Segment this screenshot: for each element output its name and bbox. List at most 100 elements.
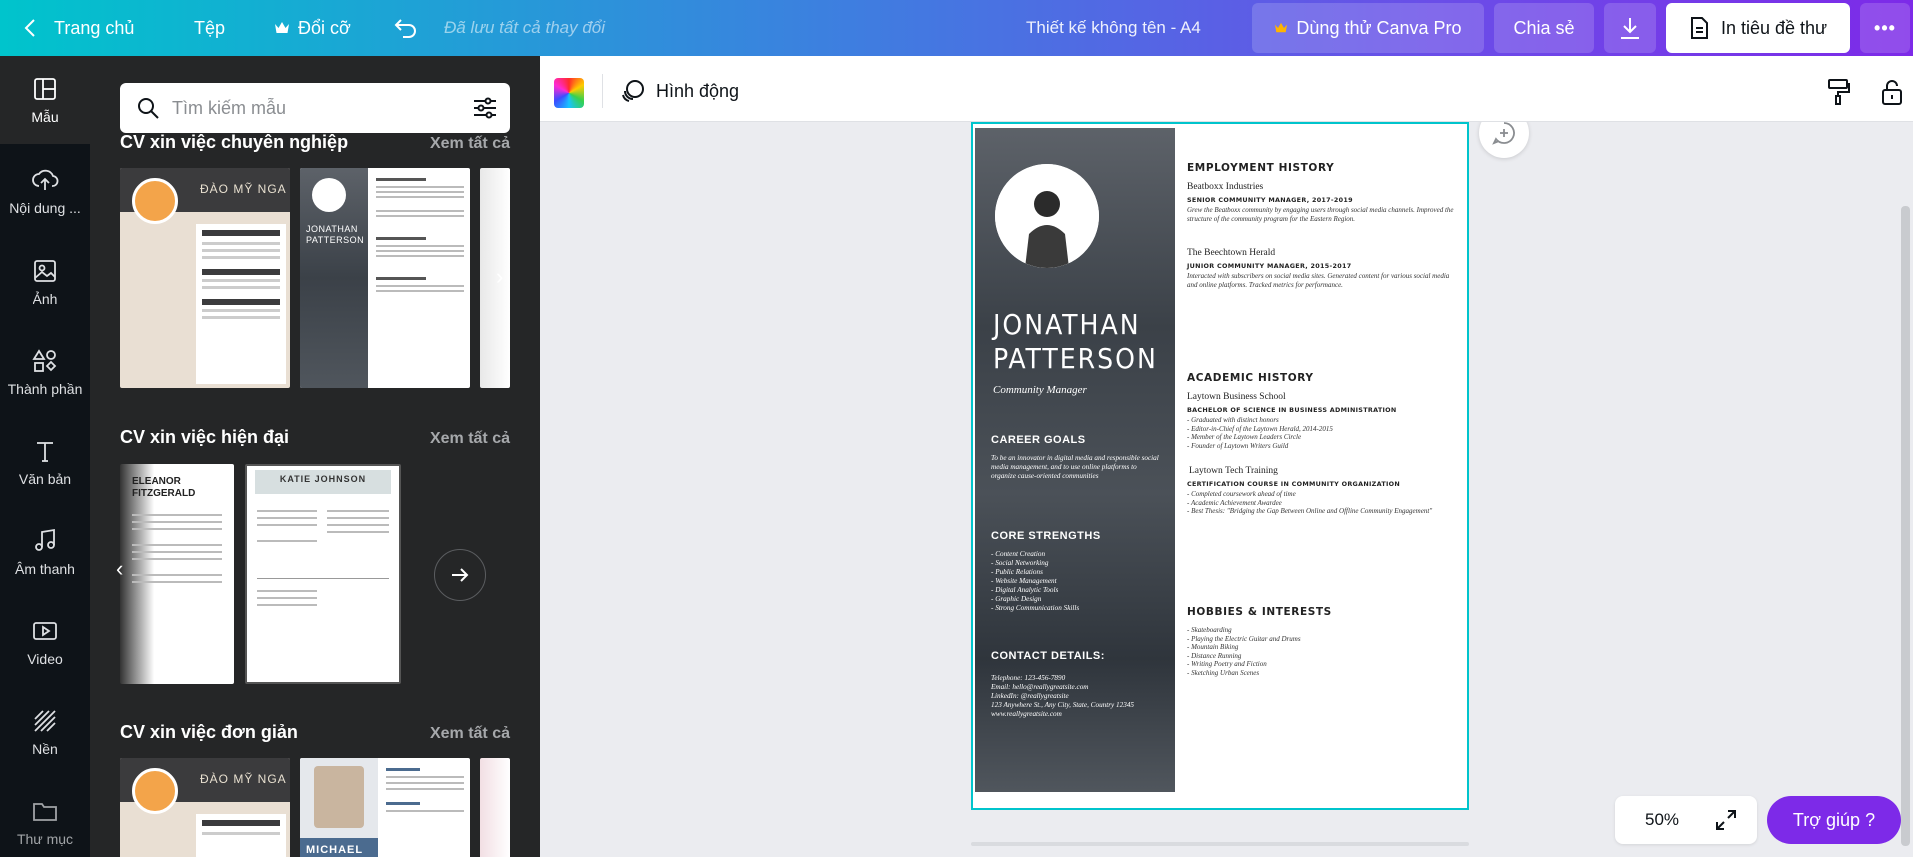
more-button[interactable]: ••• bbox=[1860, 3, 1910, 53]
home-button[interactable]: Trang chủ bbox=[24, 0, 134, 56]
contact-details[interactable]: Telephone: 123-456-7890 Email: hello@rea… bbox=[991, 674, 1163, 719]
file-menu-button[interactable]: Tệp bbox=[194, 0, 225, 56]
search-input[interactable] bbox=[172, 93, 452, 123]
animate-label: Hình động bbox=[656, 80, 740, 101]
avatar bbox=[132, 768, 178, 814]
crown-icon bbox=[274, 21, 290, 35]
rail-item-templates[interactable]: Mẫu bbox=[0, 56, 90, 144]
list-item: - Graduated with distinct honors bbox=[1187, 416, 1279, 424]
school-name[interactable]: Laytown Business School bbox=[1187, 392, 1286, 402]
top-bar: Trang chủ Tệp Đổi cỡ Đã lưu tất cả thay … bbox=[0, 0, 1913, 56]
school-details[interactable]: - Completed coursework ahead of time - A… bbox=[1187, 490, 1457, 516]
contact-email: Email: hello@reallygreatsite.com bbox=[991, 683, 1089, 691]
undo-button[interactable] bbox=[394, 0, 418, 56]
template-thumb-dao-my-nga[interactable]: ĐÀO MỸ NGA bbox=[120, 168, 290, 388]
hobbies-heading[interactable]: HOBBIES & INTERESTS bbox=[1187, 606, 1332, 618]
list-item: - Member of the Laytown Leaders Circle bbox=[1187, 433, 1302, 442]
core-strengths-list[interactable]: - Content Creation - Social Networking -… bbox=[991, 550, 1163, 613]
cv-role[interactable]: Community Manager bbox=[993, 384, 1087, 396]
section-title: CV xin việc chuyên nghiệp bbox=[120, 132, 349, 152]
contact-heading[interactable]: CONTACT DETAILS: bbox=[991, 650, 1105, 662]
rail-label: Thư mục bbox=[16, 831, 74, 847]
list-item: - Content Creation bbox=[991, 550, 1046, 558]
list-item: - Public Relations bbox=[991, 568, 1043, 576]
add-comment-button[interactable] bbox=[1479, 122, 1529, 158]
rail-item-video[interactable]: Video bbox=[0, 598, 90, 686]
rail-item-folders[interactable]: Thư mục bbox=[0, 778, 90, 857]
crown-icon bbox=[1274, 22, 1288, 34]
cv-name[interactable]: JONATHAN PATTERSON bbox=[993, 308, 1158, 376]
rail-item-text[interactable]: Văn bản bbox=[0, 418, 90, 506]
school-degree[interactable]: BACHELOR OF SCIENCE IN BUSINESS ADMINIST… bbox=[1187, 406, 1397, 414]
template-thumb-dao-my-nga[interactable]: ĐÀO MỸ NGA bbox=[120, 758, 290, 857]
rail-item-elements[interactable]: Thành phần bbox=[0, 328, 90, 416]
lock-icon[interactable] bbox=[1880, 78, 1904, 111]
template-thumb-partial[interactable] bbox=[480, 168, 510, 388]
job-org[interactable]: The Beechtown Herald bbox=[1187, 248, 1275, 258]
animation-icon bbox=[620, 78, 656, 104]
school-name[interactable]: Laytown Tech Training bbox=[1189, 466, 1278, 476]
see-all-link[interactable]: Xem tất cả bbox=[430, 430, 510, 448]
download-button[interactable] bbox=[1604, 3, 1656, 53]
list-item: - Writing Poetry and Fiction bbox=[1187, 660, 1267, 669]
filter-icon[interactable] bbox=[472, 96, 498, 125]
thumb-name: ĐÀO MỸ NGA bbox=[200, 182, 287, 196]
zoom-control[interactable]: 50% bbox=[1615, 796, 1757, 844]
profile-photo[interactable] bbox=[995, 164, 1099, 268]
core-strengths-heading[interactable]: CORE STRENGTHS bbox=[991, 530, 1101, 542]
chevron-left-icon[interactable]: ‹ bbox=[116, 556, 123, 582]
next-templates-button[interactable] bbox=[434, 549, 486, 601]
color-picker-swatch[interactable] bbox=[554, 78, 584, 108]
template-thumb-jonathan[interactable]: JONATHAN PATTERSON bbox=[300, 168, 470, 388]
rail-label: Mẫu bbox=[31, 109, 59, 125]
share-button[interactable]: Chia sẻ bbox=[1494, 3, 1594, 53]
try-pro-button[interactable]: Dùng thử Canva Pro bbox=[1252, 3, 1484, 53]
file-label: Tệp bbox=[194, 17, 226, 38]
design-title[interactable]: Thiết kế không tên - A4 bbox=[1026, 0, 1201, 56]
school-details[interactable]: - Graduated with distinct honors - Edito… bbox=[1187, 416, 1457, 450]
rail-item-audio[interactable]: Âm thanh bbox=[0, 508, 90, 596]
zoom-level[interactable]: 50% bbox=[1645, 810, 1679, 830]
rail-label: Văn bản bbox=[18, 471, 72, 487]
template-thumb-michael[interactable]: MICHAEL bbox=[300, 758, 470, 857]
design-page[interactable]: JONATHAN PATTERSON Community Manager CAR… bbox=[971, 122, 1469, 810]
chevron-right-icon[interactable]: › bbox=[496, 264, 503, 290]
thumb-name: ĐÀO MỸ NGA bbox=[200, 772, 287, 786]
rail-item-uploads[interactable]: Nội dung ... bbox=[0, 144, 90, 238]
hobbies-list[interactable]: - Skateboarding - Playing the Electric G… bbox=[1187, 626, 1457, 678]
more-icon: ••• bbox=[1874, 17, 1896, 38]
career-goals-heading[interactable]: CAREER GOALS bbox=[991, 434, 1086, 446]
rail-label: Video bbox=[27, 651, 63, 667]
help-button[interactable]: Trợ giúp ? bbox=[1767, 796, 1901, 844]
see-all-link[interactable]: Xem tất cả bbox=[430, 725, 510, 743]
job-role[interactable]: JUNIOR COMMUNITY MANAGER, 2015-2017 bbox=[1187, 262, 1351, 270]
print-letterhead-button[interactable]: In tiêu đề thư bbox=[1666, 3, 1850, 53]
job-description[interactable]: Grew the Beatboxx community by engaging … bbox=[1187, 206, 1457, 223]
rail-item-photos[interactable]: Ảnh bbox=[0, 238, 90, 326]
resize-button[interactable]: Đổi cỡ bbox=[274, 0, 351, 56]
elements-icon bbox=[31, 347, 59, 375]
school-degree[interactable]: CERTIFICATION COURSE IN COMMUNITY ORGANI… bbox=[1187, 480, 1400, 488]
job-role[interactable]: SENIOR COMMUNITY MANAGER, 2017-2019 bbox=[1187, 196, 1353, 204]
template-thumb-eleanor[interactable]: ELEANOR FITZGERALD bbox=[120, 464, 234, 684]
see-all-link[interactable]: Xem tất cả bbox=[430, 135, 510, 153]
academic-heading[interactable]: ACADEMIC HISTORY bbox=[1187, 372, 1314, 384]
paint-roller-icon[interactable] bbox=[1826, 78, 1850, 111]
template-thumb-katie[interactable]: KATIE JOHNSON bbox=[245, 464, 401, 684]
avatar bbox=[314, 766, 364, 828]
rail-label: Âm thanh bbox=[15, 561, 75, 577]
document-icon bbox=[1689, 16, 1709, 40]
job-org[interactable]: Beatboxx Industries bbox=[1187, 182, 1263, 192]
job-description[interactable]: Interacted with subscribers on social me… bbox=[1187, 272, 1457, 289]
rail-item-background[interactable]: Nền bbox=[0, 688, 90, 776]
career-goals-text[interactable]: To be an innovator in digital media and … bbox=[991, 454, 1163, 481]
template-thumb-partial[interactable] bbox=[480, 758, 510, 857]
animate-button[interactable]: Hình động bbox=[620, 78, 739, 104]
print-letterhead-label: In tiêu đề thư bbox=[1720, 17, 1828, 38]
fullscreen-icon[interactable] bbox=[1715, 809, 1737, 836]
employment-heading[interactable]: EMPLOYMENT HISTORY bbox=[1187, 162, 1334, 174]
background-icon bbox=[31, 707, 59, 735]
contact-linkedin: LinkedIn: @reallygreatsite bbox=[991, 692, 1069, 700]
home-label: Trang chủ bbox=[54, 17, 135, 38]
vertical-scrollbar[interactable] bbox=[1901, 206, 1910, 846]
